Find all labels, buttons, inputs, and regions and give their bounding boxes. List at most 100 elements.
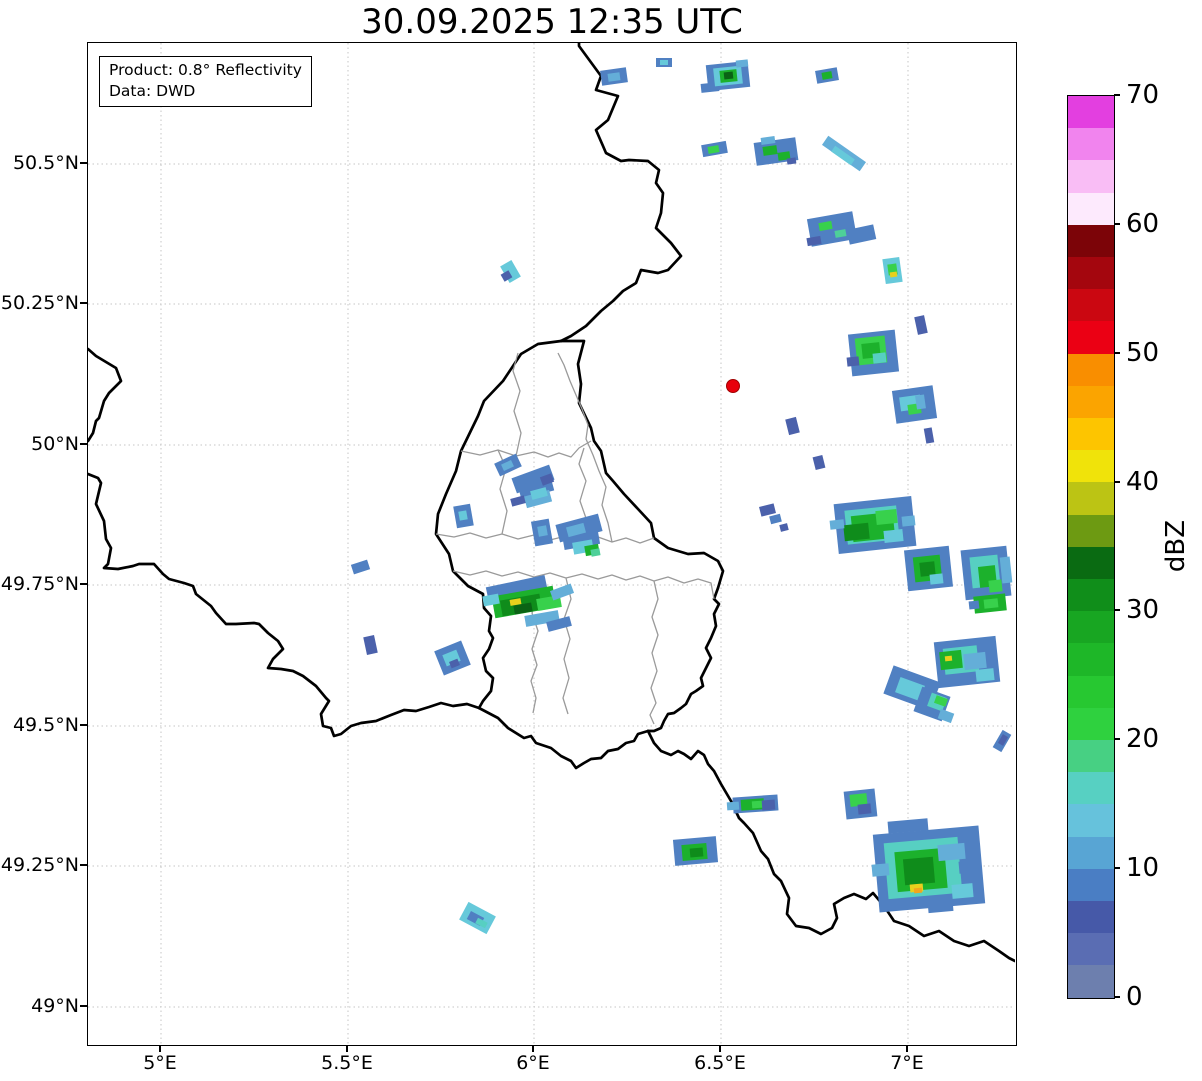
x-tick-mark	[532, 1046, 533, 1052]
radar-echo-cell	[660, 60, 668, 65]
border-france-belgium-bump	[88, 349, 121, 441]
radar-echo-cell	[351, 560, 370, 575]
radar-figure: 30.09.2025 12:35 UTC	[0, 0, 1202, 1081]
colorbar-segment	[1068, 128, 1114, 160]
radar-echo-cell	[945, 656, 952, 662]
x-tick-label: 6.5°E	[670, 1051, 770, 1075]
y-tick-mark	[80, 162, 87, 163]
colorbar-segment	[1068, 643, 1114, 675]
radar-echo-cell	[608, 72, 621, 82]
colorbar-tick-mark	[1114, 94, 1120, 95]
radar-echo-cell	[975, 668, 994, 682]
border-france-belgium	[88, 474, 479, 736]
radar-echo-cell	[759, 503, 776, 516]
radar-echo-cell	[690, 847, 704, 857]
radar-echo-cell	[458, 510, 467, 520]
x-tick-label: 5.5°E	[297, 1051, 397, 1075]
border-luxembourg-france	[479, 708, 648, 768]
x-tick-mark	[159, 1046, 160, 1052]
colorbar-segment	[1068, 965, 1114, 997]
radar-site-layer	[727, 380, 740, 393]
radar-echo-cell	[537, 525, 548, 536]
y-tick-label: 49.5°N	[0, 712, 79, 738]
colorbar-segment	[1068, 418, 1114, 450]
map-plot-area: Product: 0.8° Reflectivity Data: DWD	[87, 42, 1017, 1046]
colorbar-tick-mark	[1114, 738, 1120, 739]
radar-echo-layer	[351, 58, 1012, 934]
radar-echo-cell	[930, 573, 944, 584]
radar-echo-cell	[873, 352, 887, 363]
colorbar-segment	[1068, 482, 1114, 514]
colorbar-segment	[1068, 450, 1114, 482]
colorbar-tick-label: 30	[1126, 593, 1186, 627]
radar-echo-cell	[872, 863, 890, 876]
radar-echo-cell	[843, 523, 870, 542]
y-tick-mark	[80, 583, 87, 584]
radar-echo-cell	[858, 803, 872, 814]
radar-echo-cell	[951, 883, 973, 899]
colorbar-tick-label: 20	[1126, 722, 1186, 756]
radar-echo-cell	[969, 600, 980, 609]
y-tick-label: 50.25°N	[0, 290, 79, 316]
radar-echo-cell	[785, 417, 800, 435]
colorbar-segment	[1068, 257, 1114, 289]
radar-echo-cell	[724, 72, 734, 80]
colorbar-segment	[1068, 611, 1114, 643]
border-belgium-germany	[561, 43, 681, 341]
radar-echo-cell	[914, 888, 922, 894]
colorbar-segment	[1068, 354, 1114, 386]
colorbar-segment	[1068, 225, 1114, 257]
colorbar-segment	[1068, 160, 1114, 192]
radar-echo-cell	[984, 598, 999, 608]
y-tick-mark	[80, 724, 87, 725]
colorbar-segment	[1068, 676, 1114, 708]
colorbar-segment	[1068, 772, 1114, 804]
colorbar-segment	[1068, 933, 1114, 965]
radar-echo-cell	[914, 315, 928, 335]
radar-echo-cell	[937, 843, 965, 861]
radar-echo-cell	[510, 495, 526, 506]
map-canvas	[88, 43, 1015, 1044]
colorbar-tick-label: 10	[1126, 851, 1186, 885]
colorbar-segment	[1068, 837, 1114, 869]
radar-echo-cell	[727, 802, 740, 811]
x-tick-mark	[906, 1046, 907, 1052]
radar-site-marker	[727, 380, 740, 393]
radar-echo-cell	[736, 59, 749, 67]
product-info-box: Product: 0.8° Reflectivity Data: DWD	[99, 56, 312, 107]
colorbar-tick-label: 0	[1126, 980, 1186, 1014]
y-tick-label: 49.75°N	[0, 571, 79, 597]
data-source-line: Data: DWD	[109, 81, 302, 102]
colorbar-segment	[1068, 547, 1114, 579]
radar-echo-cell	[830, 519, 845, 529]
colorbar-segment	[1068, 386, 1114, 418]
colorbar-segment	[1068, 96, 1114, 128]
colorbar-tick-label: 50	[1126, 336, 1186, 370]
radar-echo-cell	[779, 523, 788, 532]
x-tick-label: 5°E	[110, 1051, 210, 1075]
y-tick-mark	[80, 1005, 87, 1006]
colorbar-segment	[1068, 708, 1114, 740]
colorbar-unit-label: dBZ	[1159, 496, 1193, 596]
radar-echo-cell	[988, 579, 1002, 592]
y-tick-label: 49.25°N	[0, 852, 79, 878]
x-tick-mark	[346, 1046, 347, 1052]
y-tick-mark	[80, 864, 87, 865]
colorbar-segment	[1068, 740, 1114, 772]
colorbar-segment	[1068, 321, 1114, 353]
colorbar-segment	[1068, 869, 1114, 901]
colorbar-tick-mark	[1114, 996, 1120, 997]
radar-echo-cell	[959, 860, 978, 874]
radar-echo-cell	[875, 509, 897, 525]
x-tick-label: 6°E	[483, 1051, 583, 1075]
colorbar-segment	[1068, 804, 1114, 836]
colorbar-tick-mark	[1114, 481, 1120, 482]
colorbar-tick-mark	[1114, 867, 1120, 868]
y-tick-label: 49°N	[0, 993, 79, 1019]
colorbar-tick-label: 70	[1126, 78, 1186, 112]
y-tick-label: 50°N	[0, 431, 79, 457]
radar-echo-cell	[928, 899, 954, 913]
radar-echo-cell	[787, 157, 797, 164]
radar-echo-cell	[762, 800, 776, 811]
colorbar-tick-label: 60	[1126, 207, 1186, 241]
